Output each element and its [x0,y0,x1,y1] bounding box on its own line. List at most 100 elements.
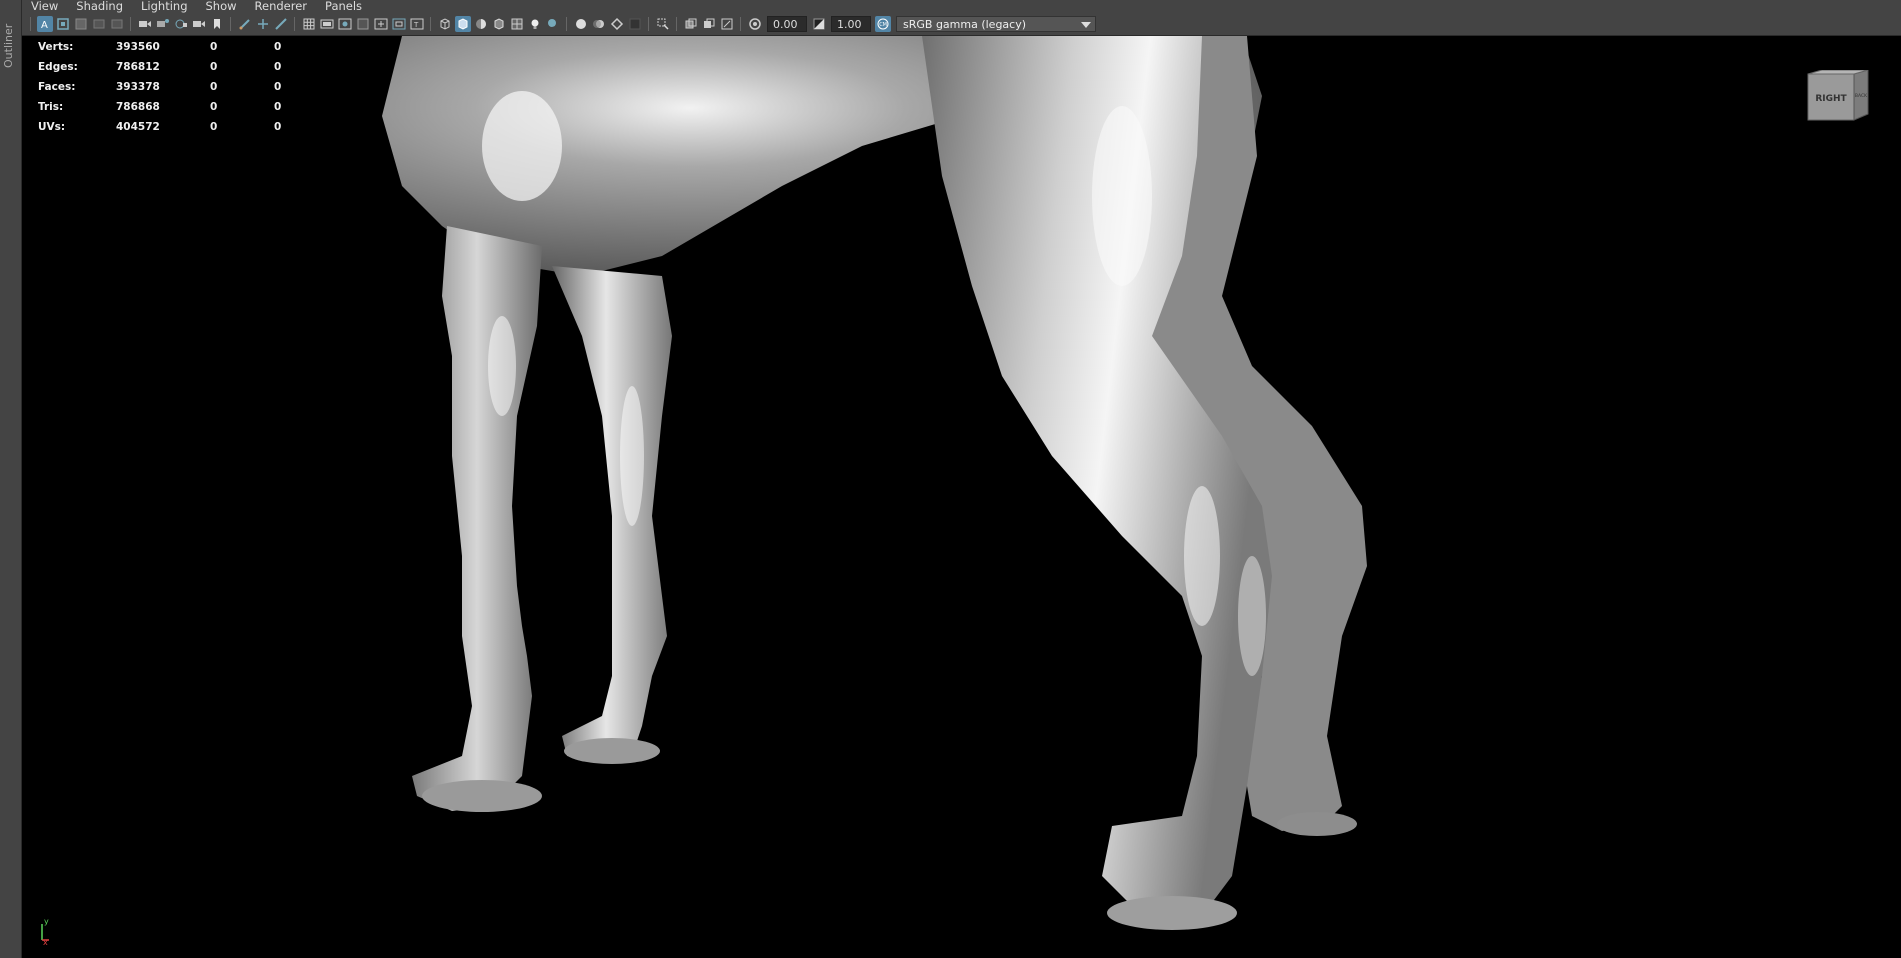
toolbar-separator [294,17,295,31]
menu-shading[interactable]: Shading [67,0,132,13]
viewcube[interactable]: RIGHT BACK [1806,70,1870,122]
viewcube-side-label[interactable]: BACK [1855,93,1868,99]
panel-toolbar: A T 0.00 1.00 CM sRGB gamma (legacy) [22,13,1901,36]
hud-value: 0 [210,61,218,73]
toolbar-separator [30,17,31,31]
motion-blur-icon[interactable] [591,16,607,32]
hud-label: Edges: [38,61,78,73]
toolbar-separator [676,17,677,31]
frame-all-icon[interactable] [55,16,71,32]
view-transform-value: sRGB gamma (legacy) [903,18,1027,31]
textured-icon[interactable] [509,16,525,32]
hud-value: 404572 [116,121,160,133]
grid-icon[interactable] [301,16,317,32]
hud-value: 0 [210,41,218,53]
x-axis-label: x [43,938,48,946]
hud-row-faces: Faces: 393378 0 0 [38,77,314,97]
hud-row-verts: Verts: 393560 0 0 [38,37,314,57]
camera-attributes-icon[interactable] [109,16,125,32]
poly-count-hud: Verts: 393560 0 0 Edges: 786812 0 0 Face… [38,37,314,137]
select-camera-icon[interactable]: A [37,16,53,32]
gamma-icon[interactable] [811,16,827,32]
hud-value: 786812 [116,61,160,73]
xray-icon[interactable] [683,16,699,32]
toolbar-separator [648,17,649,31]
paint-brush-icon[interactable] [273,16,289,32]
hud-value: 0 [274,41,282,53]
hud-value: 0 [210,121,218,133]
panel-menu-bar: View Shading Lighting Show Renderer Pane… [22,0,1901,13]
resolution-gate-icon[interactable] [337,16,353,32]
view-transform-dropdown[interactable]: sRGB gamma (legacy) [896,16,1096,32]
menu-show[interactable]: Show [197,0,246,13]
hud-value: 393560 [116,41,160,53]
use-all-lights-icon[interactable] [527,16,543,32]
outliner-panel-tab[interactable]: Outliner [0,0,22,958]
xray-joints-icon[interactable] [701,16,717,32]
svg-text:A: A [41,20,48,31]
hud-value: 0 [210,101,218,113]
depth-of-field-icon[interactable] [627,16,643,32]
color-management-icon[interactable]: CM [875,16,891,32]
bookmark-icon[interactable] [209,16,225,32]
hud-label: UVs: [38,121,66,133]
2d-pan-zoom-icon[interactable] [255,16,271,32]
svg-text:T: T [413,21,419,29]
menu-lighting[interactable]: Lighting [132,0,196,13]
toolbar-separator [230,17,231,31]
hud-label: Verts: [38,41,74,53]
toolbar-separator [130,17,131,31]
viewcube-face-label[interactable]: RIGHT [1815,94,1847,104]
hud-label: Faces: [38,81,76,93]
hud-value: 393378 [116,81,160,93]
safe-title-icon[interactable]: T [409,16,425,32]
smooth-shade-icon[interactable] [455,16,471,32]
toolbar-separator [566,17,567,31]
film-gate-icon[interactable] [191,16,207,32]
hud-label: Tris: [38,101,64,113]
chevron-down-icon [1081,22,1091,28]
maya-viewport-window: Outliner View Shading Lighting Show Rend… [0,0,1901,958]
hud-value: 786868 [116,101,160,113]
wireframe-icon[interactable] [437,16,453,32]
exposure-icon[interactable] [747,16,763,32]
y-axis-label: y [44,917,49,926]
hud-row-uvs: UVs: 404572 0 0 [38,117,314,137]
screen-space-ao-icon[interactable] [573,16,589,32]
isolate-select-icon[interactable] [655,16,671,32]
field-chart-icon[interactable] [373,16,389,32]
hud-value: 0 [274,61,282,73]
hud-value: 0 [274,121,282,133]
axis-indicator: y x [41,917,49,946]
grease-pencil-icon[interactable] [237,16,253,32]
svg-text:CM: CM [879,22,887,28]
menu-view[interactable]: View [22,0,67,13]
hud-row-tris: Tris: 786868 0 0 [38,97,314,117]
safe-action-icon[interactable] [391,16,407,32]
xray-active-components-icon[interactable] [719,16,735,32]
hud-value: 0 [274,81,282,93]
lock-camera-icon[interactable] [91,16,107,32]
menu-panels[interactable]: Panels [316,0,371,13]
gamma-field[interactable]: 1.00 [831,16,871,32]
exposure-field[interactable]: 0.00 [767,16,807,32]
image-plane-icon[interactable] [173,16,189,32]
toolbar-separator [430,17,431,31]
wireframe-on-shaded-icon[interactable] [491,16,507,32]
shadows-icon[interactable] [545,16,561,32]
3d-viewport[interactable]: Verts: 393560 0 0 Edges: 786812 0 0 Face… [22,36,1901,958]
hud-row-edges: Edges: 786812 0 0 [38,57,314,77]
hud-value: 0 [210,81,218,93]
dog-model-render [382,36,1367,930]
camera-icon[interactable] [137,16,153,32]
toolbar-separator [740,17,741,31]
menu-renderer[interactable]: Renderer [246,0,317,13]
bookmark-camera-icon[interactable] [155,16,171,32]
default-material-icon[interactable] [473,16,489,32]
gate-mask-icon[interactable] [355,16,371,32]
outliner-label: Outliner [2,23,15,68]
film-gate-toggle-icon[interactable] [319,16,335,32]
hud-value: 0 [274,101,282,113]
anti-aliasing-icon[interactable] [609,16,625,32]
frame-selected-icon[interactable] [73,16,89,32]
